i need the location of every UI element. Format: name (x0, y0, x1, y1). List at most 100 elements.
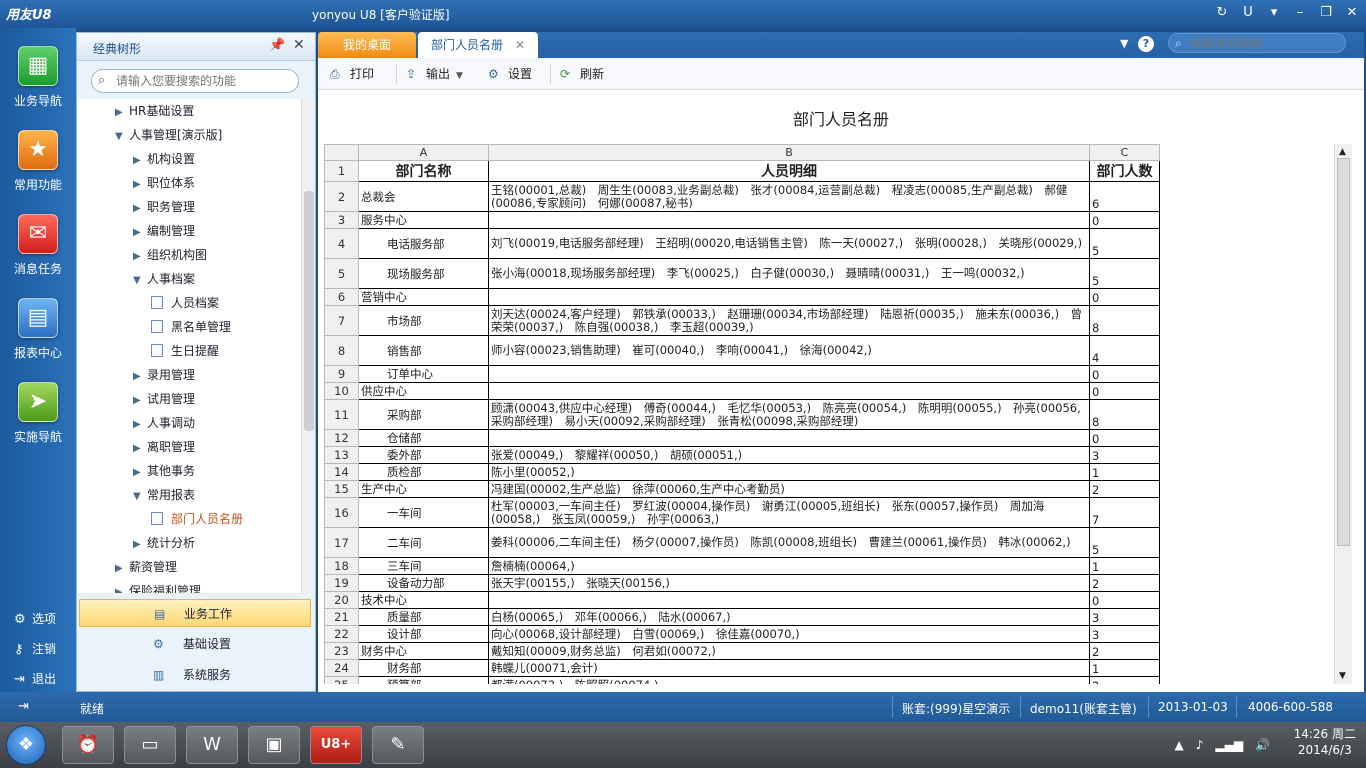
nav-implementation[interactable]: ➤ 实施导航 (0, 382, 76, 445)
dept-name-cell[interactable]: 二车间 (358, 527, 489, 558)
close-icon[interactable]: ✕ (1344, 4, 1360, 22)
dept-name-cell[interactable]: 技术中心 (358, 591, 489, 609)
chevron-down-icon[interactable]: ▼ (1120, 37, 1128, 50)
refresh-icon[interactable]: ↻ (1214, 4, 1230, 22)
staff-detail-cell[interactable]: 陈小里(00052,) (488, 463, 1090, 481)
row-number[interactable]: 11 (324, 399, 359, 430)
tree-node[interactable]: ▶ 人事调动 (133, 411, 195, 435)
tree-node[interactable]: ▶ 保险福利管理 (115, 579, 201, 593)
exit-button[interactable]: ⇥ 退出 (14, 670, 56, 687)
scroll-thumb[interactable] (1337, 158, 1350, 546)
scroll-down-icon[interactable]: ▼ (1339, 671, 1346, 681)
dept-count-cell[interactable]: 3 (1089, 608, 1160, 626)
tab-dept-roster[interactable]: 部门人员名册 ✕ (418, 32, 538, 58)
chevron-down-icon[interactable]: ▼ (133, 269, 147, 293)
tray-icons[interactable]: ▲ ♪ ▂▄▆ 🔊 (1174, 736, 1270, 753)
close-tab-icon[interactable]: ✕ (515, 38, 525, 52)
u8-app-icon[interactable]: U8+ (310, 726, 362, 764)
tree-node[interactable]: ▼ 人事档案 (133, 267, 195, 291)
scroll-up-icon[interactable]: ▲ (1339, 147, 1346, 157)
dept-name-cell[interactable]: 市场部 (358, 305, 489, 336)
chevron-right-icon[interactable]: ▶ (133, 149, 147, 173)
dept-count-cell[interactable]: 4 (1089, 335, 1160, 366)
dept-count-cell[interactable]: 0 (1089, 211, 1160, 229)
staff-detail-cell[interactable]: 姜科(00006,二车间主任) 杨夕(00007,操作员) 陈凯(00008,班… (488, 527, 1090, 558)
dept-name-cell[interactable]: 质量部 (358, 608, 489, 626)
windows-start-icon[interactable]: ❖ (6, 725, 46, 765)
row-number[interactable]: 9 (324, 365, 359, 383)
staff-detail-cell[interactable] (488, 429, 1090, 447)
tree-node[interactable]: ▶ 组织机构图 (133, 243, 207, 267)
tree-node[interactable]: ▶ 离职管理 (133, 435, 195, 459)
row-number[interactable]: 17 (324, 527, 359, 558)
dept-count-cell[interactable]: 2 (1089, 574, 1160, 592)
dept-name-cell[interactable]: 设计部 (358, 625, 489, 643)
dept-count-cell[interactable]: 8 (1089, 399, 1160, 430)
dept-name-cell[interactable]: 一车间 (358, 497, 489, 528)
row-number[interactable]: 7 (324, 305, 359, 336)
chevron-right-icon[interactable]: ▶ (133, 461, 147, 485)
staff-detail-cell[interactable]: 向心(00068,设计部经理) 白雪(00069,) 徐佳嘉(00070,) (488, 625, 1090, 643)
row-number[interactable]: 19 (324, 574, 359, 592)
logout-button[interactable]: ⚷ 注销 (14, 640, 56, 657)
row-number[interactable]: 24 (324, 659, 359, 677)
staff-detail-cell[interactable] (488, 365, 1090, 383)
staff-detail-cell[interactable]: 张天宇(00155,) 张晓天(00156,) (488, 574, 1090, 592)
export-button[interactable]: ⇪ 输出 ▼ (406, 65, 463, 83)
grid-scrollbar[interactable]: ▲ ▼ (1334, 144, 1352, 684)
function-search-input[interactable] (116, 73, 294, 89)
tree-node[interactable]: 人员档案 (151, 291, 219, 315)
tab-my-desktop[interactable]: 我的桌面 (318, 32, 416, 58)
row-number[interactable]: 23 (324, 642, 359, 660)
dept-count-cell[interactable]: 0 (1089, 288, 1160, 306)
chevron-right-icon[interactable]: ▶ (133, 533, 147, 557)
tree-node[interactable]: ▶ 机构设置 (133, 147, 195, 171)
dept-name-cell[interactable]: 供应中心 (358, 382, 489, 400)
restore-icon[interactable]: ❐ (1318, 4, 1334, 22)
chevron-down-icon[interactable]: ▼ (115, 125, 129, 149)
nav-favorites[interactable]: ★ 常用功能 (0, 130, 76, 193)
row-number[interactable]: 3 (324, 211, 359, 229)
tree-node[interactable]: ▼ 常用报表 (133, 483, 195, 507)
staff-detail-cell[interactable] (488, 211, 1090, 229)
dept-count-cell[interactable]: 6 (1089, 181, 1160, 212)
row-number[interactable]: 25 (324, 676, 359, 684)
column-letter[interactable]: A (358, 144, 489, 161)
tree-node[interactable]: 生日提醒 (151, 339, 219, 363)
help-icon[interactable]: ? (1138, 36, 1154, 52)
row-number[interactable]: 8 (324, 335, 359, 366)
dept-count-cell[interactable]: 7 (1089, 497, 1160, 528)
nav-messages[interactable]: ✉ 消息任务 (0, 214, 76, 277)
chevron-right-icon[interactable]: ▶ (133, 389, 147, 413)
staff-detail-cell[interactable] (488, 382, 1090, 400)
tree-node[interactable]: ▶ 录用管理 (133, 363, 195, 387)
scroll-thumb[interactable] (304, 191, 314, 431)
nav-reports[interactable]: ▤ 报表中心 (0, 298, 76, 361)
chevron-right-icon[interactable]: ▶ (133, 173, 147, 197)
staff-detail-cell[interactable]: 师小容(00023,销售助理) 崔可(00040,) 李响(00041,) 徐海… (488, 335, 1090, 366)
column-letter[interactable]: B (488, 144, 1090, 161)
dept-name-cell[interactable]: 服务中心 (358, 211, 489, 229)
dept-name-cell[interactable]: 生产中心 (358, 480, 489, 498)
u-icon[interactable]: U (1240, 4, 1256, 22)
row-number[interactable]: 14 (324, 463, 359, 481)
dept-count-cell[interactable]: 0 (1089, 365, 1160, 383)
clock-app-icon[interactable]: ⏰ (62, 726, 114, 764)
nav-business[interactable]: ▦ 业务导航 (0, 46, 76, 109)
chevron-down-icon[interactable]: ▼ (133, 485, 147, 509)
grid-corner[interactable] (324, 144, 359, 161)
row-number[interactable]: 12 (324, 429, 359, 447)
staff-detail-cell[interactable]: 詹楠楠(00064,) (488, 557, 1090, 575)
refresh-button[interactable]: ⟳ 刷新 (560, 65, 604, 83)
tree-node[interactable]: ▶ 职位体系 (133, 171, 195, 195)
chevron-right-icon[interactable]: ▶ (115, 581, 129, 593)
collapse-icon[interactable]: ⇥ (18, 699, 29, 714)
dept-count-cell[interactable]: 1 (1089, 463, 1160, 481)
chevron-right-icon[interactable]: ▶ (133, 365, 147, 389)
tree-node[interactable]: 黑名单管理 (151, 315, 231, 339)
close-icon[interactable]: ✕ (293, 37, 305, 53)
tree-scrollbar[interactable] (301, 99, 315, 593)
dept-count-cell[interactable]: 0 (1089, 382, 1160, 400)
chevron-right-icon[interactable]: ▶ (115, 557, 129, 581)
dept-count-cell[interactable]: 2 (1089, 676, 1160, 684)
